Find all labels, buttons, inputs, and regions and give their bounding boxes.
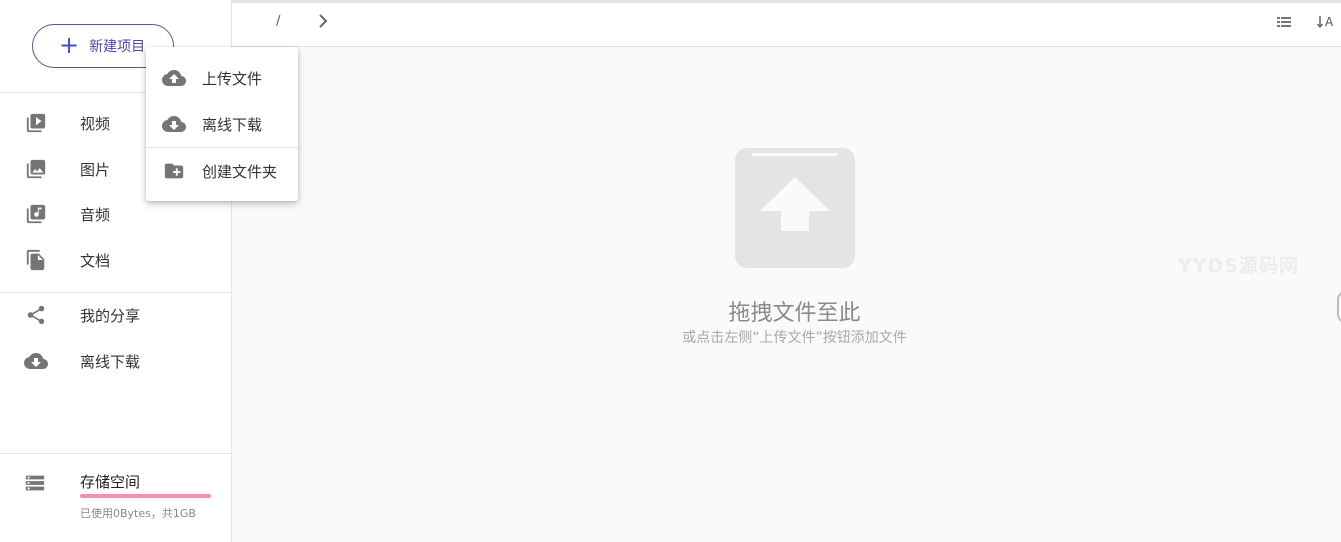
menu-item-create-folder[interactable]: 创建文件夹 <box>146 148 298 194</box>
storage-icon <box>24 472 46 498</box>
video-library-icon <box>24 111 48 135</box>
menu-item-label: 创建文件夹 <box>202 162 278 181</box>
new-item-menu: 上传文件 离线下载 创建文件夹 <box>146 47 298 201</box>
cloud-download-icon <box>162 112 186 136</box>
new-item-label: 新建项目 <box>89 39 146 55</box>
sidebar-item-label: 文档 <box>80 251 111 270</box>
drop-zone[interactable]: 拖拽文件至此 或点击左侧“上传文件”按钮添加文件 YYDS源码网 <box>232 47 1341 542</box>
menu-item-offline-download[interactable]: 离线下载 <box>146 101 298 147</box>
storage-info: 已使用0Bytes，共1GB <box>80 507 196 520</box>
sidebar-divider <box>0 453 231 454</box>
sort-label: A <box>1325 15 1334 29</box>
main-area: / A 拖拽文件至此 或点击左侧“上传文件”按钮添加文件 YYDS源码网 <box>232 3 1341 542</box>
storage-usage-bar <box>80 494 211 498</box>
toolbar: / A <box>232 3 1341 47</box>
upload-box-icon <box>734 147 856 273</box>
photo-library-icon <box>24 157 48 181</box>
sidebar-item-label: 视频 <box>80 114 111 133</box>
sidebar-item-my-shares[interactable]: 我的分享 <box>0 293 231 337</box>
share-icon <box>24 303 48 327</box>
drop-zone-title: 拖拽文件至此 <box>728 301 861 326</box>
menu-item-label: 离线下载 <box>202 115 263 134</box>
music-library-icon <box>24 202 48 226</box>
cloud-download-icon <box>24 349 48 373</box>
create-folder-icon <box>162 159 186 183</box>
sidebar-item-documents[interactable]: 文档 <box>0 238 231 282</box>
sidebar-item-offline-download[interactable]: 离线下载 <box>0 339 231 383</box>
cloud-upload-icon <box>162 66 186 90</box>
side-handle[interactable] <box>1337 290 1341 324</box>
menu-item-upload-file[interactable]: 上传文件 <box>146 55 298 101</box>
sidebar-item-label: 图片 <box>80 160 111 179</box>
list-view-icon[interactable] <box>1276 14 1292 34</box>
menu-item-label: 上传文件 <box>202 69 263 88</box>
sidebar-item-label: 音频 <box>80 205 111 224</box>
sidebar-item-label: 离线下载 <box>80 352 141 371</box>
sort-icon[interactable]: A <box>1316 14 1333 30</box>
drop-zone-subtitle: 或点击左侧“上传文件”按钮添加文件 <box>682 330 907 346</box>
chevron-right-icon[interactable] <box>316 12 330 34</box>
sidebar-item-label: 我的分享 <box>80 306 141 325</box>
document-copy-icon <box>24 248 48 272</box>
breadcrumb-root[interactable]: / <box>276 14 280 29</box>
plus-icon: + <box>59 31 80 59</box>
watermark: YYDS源码网 <box>1178 255 1299 277</box>
storage-title: 存储空间 <box>80 473 141 491</box>
